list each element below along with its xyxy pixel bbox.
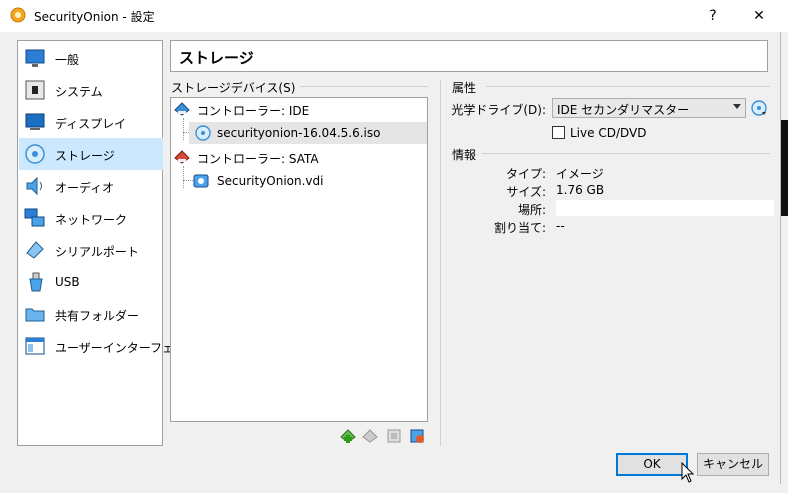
sidebar-item-audio[interactable]: オーディオ xyxy=(19,170,163,202)
sidebar-item-usb[interactable]: USB xyxy=(19,266,163,298)
sidebar-item-network[interactable]: ネットワーク xyxy=(19,202,163,234)
info-label: 情報 xyxy=(452,148,477,162)
network-icon xyxy=(24,208,45,227)
attributes-label: 属性 xyxy=(452,81,477,95)
user-interface-icon xyxy=(25,337,45,355)
tree-item-ide-controller[interactable]: コントローラー: IDE xyxy=(171,98,427,120)
title-bar: SecurityOnion - 設定 ? ✕ xyxy=(0,0,788,32)
virtualbox-settings-icon xyxy=(10,7,26,23)
sidebar-item-label: 一般 xyxy=(55,53,80,67)
location-label: 場所: xyxy=(517,203,546,217)
window-title: SecurityOnion - 設定 xyxy=(34,10,155,24)
attached-value: -- xyxy=(556,219,565,233)
settings-sidebar: 一般 システム ディスプレイ ストレージ オーディオ ネットワーク シリアルポー… xyxy=(17,40,197,446)
close-button[interactable]: ✕ xyxy=(736,0,782,32)
sidebar-item-label: シリアルポート xyxy=(55,245,139,259)
group-divider xyxy=(300,86,428,87)
ok-button[interactable]: OK xyxy=(616,453,688,476)
group-divider xyxy=(482,153,770,154)
type-value: イメージ xyxy=(556,167,604,181)
sidebar-item-user-interface[interactable]: ユーザーインターフェース xyxy=(19,330,197,362)
choose-disc-icon[interactable] xyxy=(751,100,767,116)
help-button[interactable]: ? xyxy=(690,0,736,32)
sidebar-item-display[interactable]: ディスプレイ xyxy=(19,106,163,138)
storage-devices-label: ストレージデバイス(S) xyxy=(171,81,296,95)
sidebar-item-serial-port[interactable]: シリアルポート xyxy=(19,234,163,266)
sidebar-item-label: ネットワーク xyxy=(55,213,128,227)
tree-item-sata-controller[interactable]: コントローラー: SATA xyxy=(171,146,427,168)
remove-attachment-icon[interactable] xyxy=(362,428,378,444)
system-chip-icon xyxy=(25,80,45,100)
panel-divider xyxy=(440,80,441,446)
optical-disc-icon xyxy=(195,125,211,141)
live-cd-checkbox[interactable] xyxy=(552,126,565,139)
sidebar-item-label: システム xyxy=(55,85,103,99)
storage-tree[interactable]: コントローラー: IDE securityonion-16.04.5.6.iso… xyxy=(170,97,428,422)
sidebar-item-label: 共有フォルダー xyxy=(55,309,140,323)
mouse-cursor-icon xyxy=(681,462,695,483)
group-divider xyxy=(486,86,770,87)
location-value xyxy=(556,200,774,216)
attached-label: 割り当て: xyxy=(493,221,546,235)
cancel-button[interactable]: キャンセル xyxy=(697,453,769,476)
sidebar-item-label: ストレージ xyxy=(55,149,115,163)
chevron-down-icon xyxy=(733,104,741,109)
add-attachment-icon[interactable] xyxy=(340,428,356,444)
general-monitor-icon xyxy=(25,49,45,67)
optical-drive-label: 光学ドライブ(D): xyxy=(451,103,546,117)
live-cd-label: Live CD/DVD xyxy=(570,126,647,140)
usb-icon xyxy=(29,272,43,292)
size-label: サイズ: xyxy=(506,185,546,199)
tree-item-hard-disk[interactable]: SecurityOnion.vdi xyxy=(189,170,427,192)
remove-controller-icon[interactable] xyxy=(409,428,425,444)
display-monitor-icon xyxy=(25,113,45,130)
add-controller-icon[interactable] xyxy=(386,428,402,444)
sidebar-item-label: USB xyxy=(55,275,80,289)
tree-item-optical-disc[interactable]: securityonion-16.04.5.6.iso xyxy=(189,122,427,144)
type-label: タイプ: xyxy=(505,167,546,181)
optical-drive-value: IDE セカンダリマスター xyxy=(557,103,690,117)
ide-controller-icon xyxy=(174,102,190,116)
sidebar-item-label: オーディオ xyxy=(55,181,115,195)
tree-item-label: SecurityOnion.vdi xyxy=(217,174,324,188)
size-value: 1.76 GB xyxy=(556,183,605,197)
tree-item-label: コントローラー: SATA xyxy=(197,152,319,166)
sidebar-item-system[interactable]: システム xyxy=(19,74,163,106)
audio-speaker-icon xyxy=(26,176,42,196)
tree-item-label: コントローラー: IDE xyxy=(197,104,310,118)
page-title: ストレージ xyxy=(179,49,254,67)
sata-controller-icon xyxy=(174,150,190,164)
shared-folder-icon xyxy=(25,308,45,322)
tree-connector xyxy=(183,166,184,188)
sidebar-item-general[interactable]: 一般 xyxy=(19,42,163,74)
optical-drive-select[interactable]: IDE セカンダリマスター xyxy=(552,98,746,118)
hard-disk-icon xyxy=(193,174,209,188)
sidebar-item-storage[interactable]: ストレージ xyxy=(19,138,163,170)
page-header: ストレージ xyxy=(170,40,768,72)
tree-connector xyxy=(183,118,184,140)
sidebar-item-shared-folders[interactable]: 共有フォルダー xyxy=(19,298,163,330)
serial-port-icon xyxy=(26,241,44,259)
tree-item-label: securityonion-16.04.5.6.iso xyxy=(217,126,381,140)
sidebar-item-label: ディスプレイ xyxy=(55,117,127,131)
storage-disk-icon xyxy=(25,144,45,164)
